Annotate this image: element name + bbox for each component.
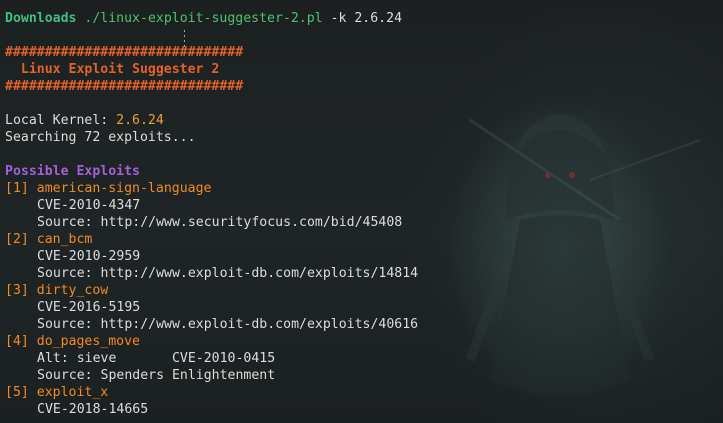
command-name: ./linux-exploit-suggester-2.pl	[84, 11, 323, 26]
exploit-entry: [1] american-sign-language	[5, 180, 723, 197]
exploit-index: [5]	[5, 385, 29, 400]
banner-rule-bottom: ##############################	[5, 79, 244, 94]
exploit-entry: [4] do_pages_move	[5, 333, 723, 350]
exploit-cve: CVE-2010-4347	[37, 198, 141, 213]
exploit-name: american-sign-language	[36, 181, 212, 196]
banner-rule-top: ##############################	[5, 45, 244, 60]
exploit-source: Source: http://www.exploit-db.com/exploi…	[37, 266, 419, 281]
terminal-output[interactable]: Downloads ./linux-exploit-suggester-2.pl…	[5, 10, 723, 418]
command-prompt-line: Downloads ./linux-exploit-suggester-2.pl…	[5, 10, 723, 27]
exploit-index: [2]	[5, 232, 29, 247]
exploit-name: exploit_x	[36, 385, 109, 400]
exploit-name: do_pages_move	[36, 334, 140, 349]
exploit-entry: [2] can_bcm	[5, 231, 723, 248]
exploit-cve: CVE-2018-14665	[37, 402, 149, 417]
local-kernel-line: Local Kernel: 2.6.24	[5, 112, 723, 129]
local-kernel-version: 2.6.24	[116, 113, 164, 128]
exploit-cve: CVE-2016-5195	[37, 300, 141, 315]
exploit-entry: [5] exploit_x	[5, 384, 723, 401]
banner-title: Linux Exploit Suggester 2	[5, 62, 220, 77]
exploit-name: dirty_cow	[36, 283, 109, 298]
exploit-index: [4]	[5, 334, 29, 349]
command-args: -k 2.6.24	[322, 11, 403, 26]
local-kernel-label: Local Kernel:	[5, 113, 117, 128]
exploit-source: Source: http://www.securityfocus.com/bid…	[37, 215, 403, 230]
exploit-source: Source: http://www.exploit-db.com/exploi…	[37, 317, 419, 332]
exploit-source: Source: Spenders Enlightenment	[37, 368, 276, 383]
exploit-cve: CVE-2010-2959	[37, 249, 141, 264]
exploit-name: can_bcm	[36, 232, 93, 247]
possible-exploits-heading: Possible Exploits	[5, 164, 140, 179]
prompt-directory: Downloads	[5, 11, 77, 26]
exploit-index: [1]	[5, 181, 29, 196]
exploit-alt: Alt: sieve CVE-2010-0415	[37, 351, 276, 366]
exploit-index: [3]	[5, 283, 29, 298]
exploit-entry: [3] dirty_cow	[5, 282, 723, 299]
searching-line: Searching 72 exploits...	[5, 130, 196, 145]
terminal-window[interactable]: Downloads ./linux-exploit-suggester-2.pl…	[0, 0, 723, 423]
